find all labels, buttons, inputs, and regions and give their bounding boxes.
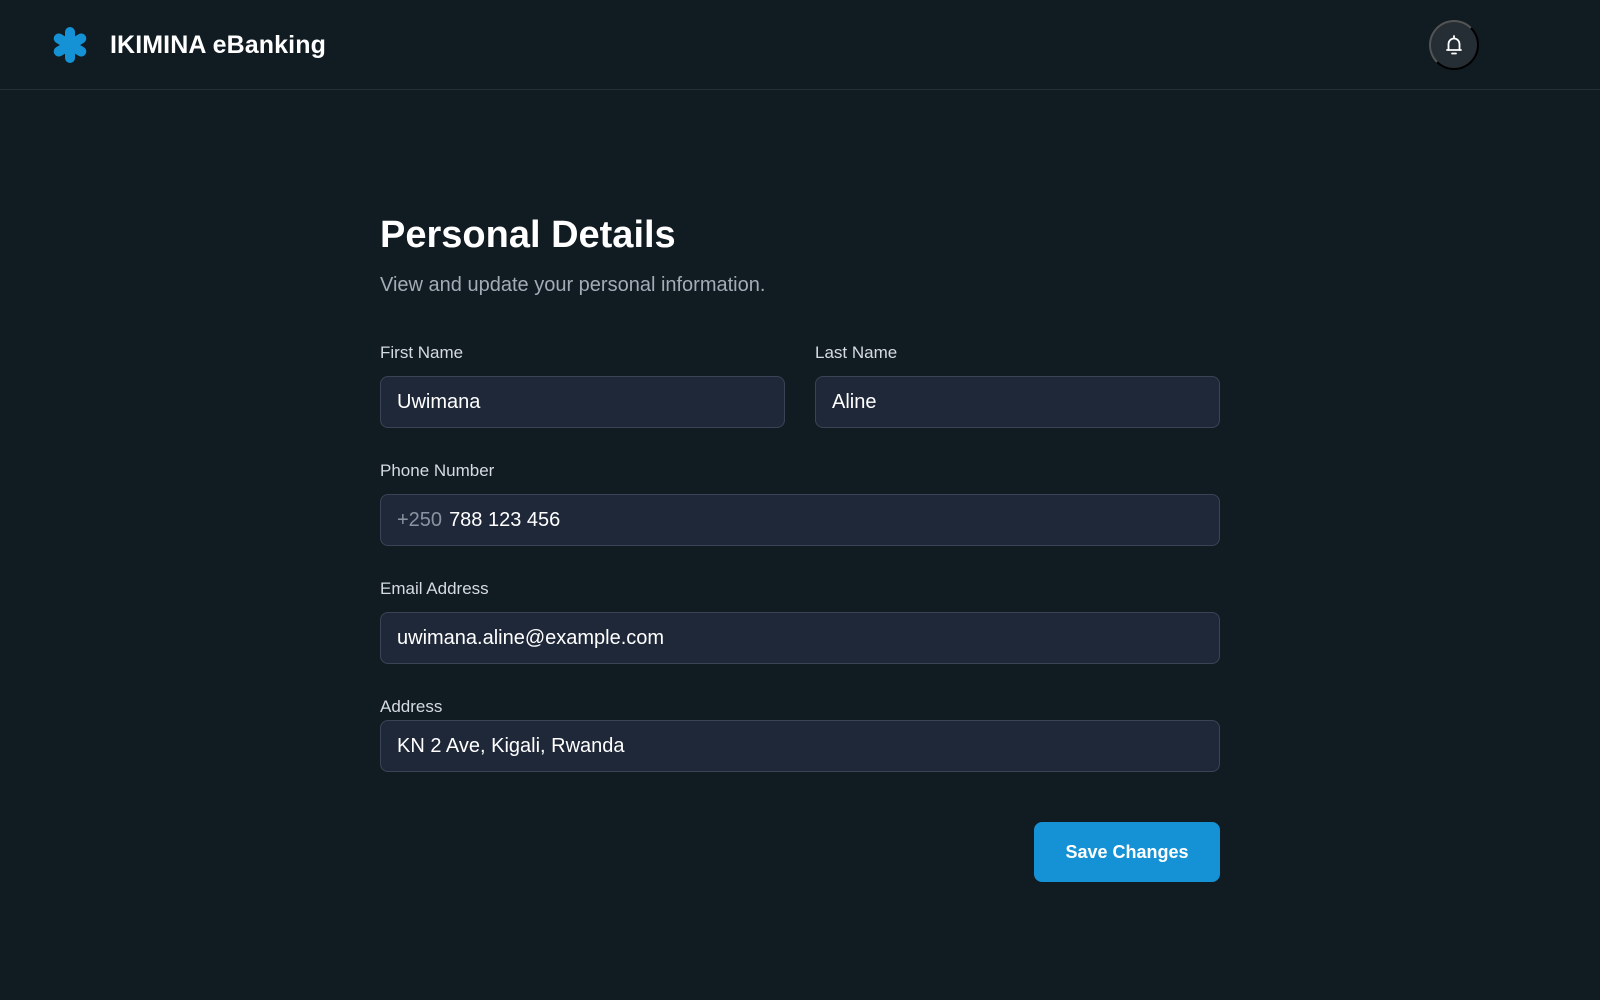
top-bar: IKIMINA eBanking [0, 0, 1600, 90]
first-name-value: Uwimana [397, 390, 481, 413]
bell-icon [1446, 35, 1462, 55]
phone-label: Phone Number [380, 461, 495, 480]
address-value: KN 2 Ave, Kigali, Rwanda [397, 734, 625, 757]
page-title: Personal Details [380, 214, 676, 256]
first-name-label: First Name [380, 343, 464, 362]
brand[interactable]: IKIMINA eBanking [52, 26, 326, 64]
first-name-input[interactable]: Uwimana [380, 376, 785, 428]
address-input[interactable]: KN 2 Ave, Kigali, Rwanda [380, 720, 1220, 772]
save-changes-button[interactable]: Save Changes [1034, 822, 1220, 882]
email-value: uwimana.aline@example.com [397, 626, 665, 649]
first-name-group: First Name Uwimana [380, 342, 785, 428]
page-subtitle: View and update your personal informatio… [380, 274, 766, 296]
email-group: Email Address uwimana.aline@example.com [380, 578, 1220, 664]
form-actions: Save Changes [380, 822, 1220, 882]
last-name-input[interactable]: Aline [815, 376, 1220, 428]
email-input[interactable]: uwimana.aline@example.com [380, 612, 1220, 664]
notifications-button[interactable] [1429, 20, 1479, 70]
last-name-value: Aline [832, 390, 877, 413]
phone-value: 788 123 456 [449, 508, 561, 531]
phone-group: Phone Number +250 788 123 456 [380, 460, 1220, 546]
email-label: Email Address [380, 579, 489, 598]
phone-input[interactable]: +250 788 123 456 [380, 494, 1220, 546]
phone-country-prefix: +250 [397, 508, 443, 531]
last-name-label: Last Name [815, 343, 898, 362]
last-name-group: Last Name Aline [815, 342, 1220, 428]
asterisk-logo-icon [53, 27, 87, 63]
name-row: First Name Uwimana Last Name Aline [380, 342, 1220, 428]
address-group: Address KN 2 Ave, Kigali, Rwanda [380, 696, 1220, 772]
address-label: Address [380, 697, 443, 716]
personal-details-form: Personal Details View and update your pe… [380, 210, 1220, 882]
app-name: IKIMINA eBanking [110, 30, 326, 59]
